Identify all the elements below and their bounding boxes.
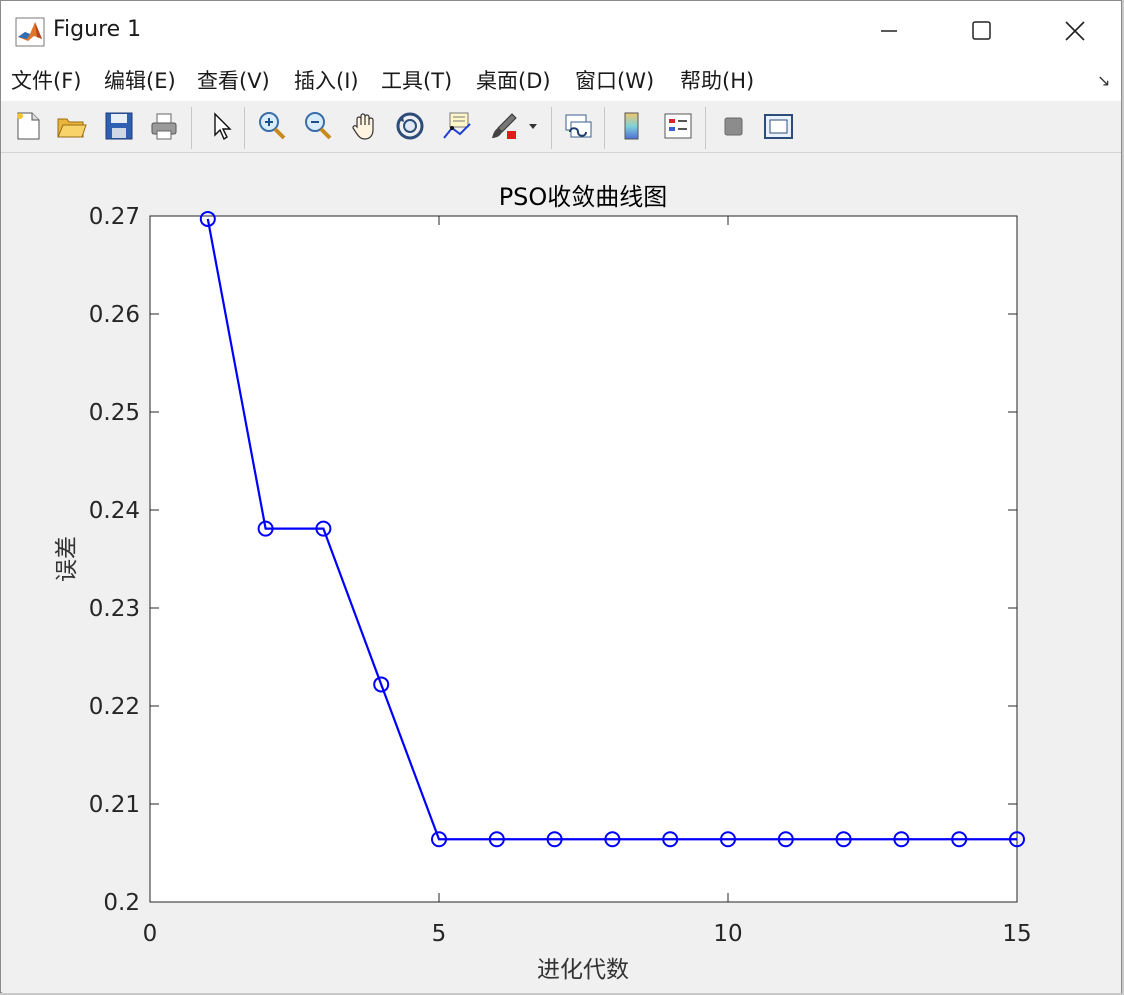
print-button[interactable] bbox=[145, 107, 183, 145]
pan-hand-icon bbox=[352, 113, 374, 140]
hide-plot-tools-icon bbox=[724, 117, 743, 136]
brush-dropdown-icon bbox=[529, 124, 537, 129]
y-tick-label: 0.22 bbox=[89, 694, 140, 720]
y-tick-label: 0.26 bbox=[89, 302, 140, 328]
toolbar-separator bbox=[551, 107, 552, 149]
data-cursor-button[interactable] bbox=[437, 107, 475, 145]
zoom-in-button[interactable] bbox=[253, 107, 291, 145]
minimize-icon bbox=[881, 30, 897, 32]
toolbar-separator bbox=[604, 107, 605, 149]
y-tick-label: 0.24 bbox=[89, 498, 140, 524]
x-axis-label: 进化代数 bbox=[537, 957, 629, 983]
plot-area[interactable] bbox=[149, 215, 1018, 903]
minimize-button[interactable] bbox=[843, 1, 935, 61]
chart-title: PSO收敛曲线图 bbox=[499, 183, 668, 211]
legend-icon bbox=[664, 113, 692, 139]
menu-view[interactable]: 查看(V) bbox=[197, 65, 270, 95]
rotate-3d-icon bbox=[396, 112, 424, 140]
data-cursor-icon bbox=[443, 112, 471, 139]
close-icon bbox=[1065, 21, 1085, 41]
select-arrow-icon bbox=[214, 112, 232, 141]
hide-plot-tools-button[interactable] bbox=[714, 107, 752, 145]
rotate-3d-button[interactable] bbox=[391, 107, 429, 145]
toolbar-separator bbox=[191, 107, 192, 149]
new-figure-icon bbox=[17, 112, 40, 140]
colorbar-icon bbox=[624, 112, 639, 140]
matlab-logo-icon bbox=[15, 17, 45, 47]
zoom-in-icon bbox=[259, 112, 286, 140]
link-plot-button[interactable] bbox=[559, 107, 597, 145]
toolbar-separator bbox=[705, 107, 706, 149]
brush-button[interactable] bbox=[485, 107, 523, 145]
maximize-button[interactable] bbox=[936, 1, 1028, 61]
zoom-out-button[interactable] bbox=[299, 107, 337, 145]
y-axis-label: 误差 bbox=[54, 536, 80, 582]
new-figure-button[interactable] bbox=[9, 107, 47, 145]
brush-dropdown-button[interactable] bbox=[523, 107, 543, 145]
menu-tools[interactable]: 工具(T) bbox=[381, 65, 452, 95]
menu-edit[interactable]: 编辑(E) bbox=[104, 65, 176, 95]
brush-icon bbox=[492, 113, 517, 139]
x-tick-label: 10 bbox=[713, 921, 742, 947]
link-plot-icon bbox=[565, 114, 592, 138]
menu-help[interactable]: 帮助(H) bbox=[680, 65, 754, 95]
figure-canvas: PSO收敛曲线图 进化代数 误差 0 5 10 15 0.2 0.21 0.22 0.23 0.… bbox=[2, 153, 1121, 993]
window-title: Figure 1 bbox=[53, 17, 142, 42]
title-bar[interactable]: Figure 1 bbox=[1, 1, 1121, 61]
y-tick-label: 0.25 bbox=[89, 400, 140, 426]
save-icon bbox=[105, 112, 133, 140]
x-tick-label: 15 bbox=[1002, 921, 1031, 947]
undock-arrow-icon[interactable]: ↘ bbox=[1097, 71, 1110, 90]
show-plot-tools-button[interactable] bbox=[759, 107, 797, 145]
colorbar-button[interactable] bbox=[613, 107, 651, 145]
menu-insert[interactable]: 插入(I) bbox=[294, 65, 359, 95]
y-tick-label: 0.2 bbox=[103, 890, 140, 916]
close-button[interactable] bbox=[1029, 1, 1121, 61]
zoom-out-icon bbox=[305, 112, 332, 140]
x-tick-label: 0 bbox=[143, 921, 158, 947]
open-file-button[interactable] bbox=[52, 107, 90, 145]
select-button[interactable] bbox=[201, 107, 239, 145]
menu-window[interactable]: 窗口(W) bbox=[575, 65, 654, 95]
legend-button[interactable] bbox=[659, 107, 697, 145]
maximize-icon bbox=[972, 21, 991, 40]
open-file-icon bbox=[57, 118, 87, 138]
menu-file[interactable]: 文件(F) bbox=[11, 65, 81, 95]
toolbar-separator bbox=[244, 107, 245, 149]
y-tick-label: 0.23 bbox=[89, 596, 140, 622]
menu-desktop[interactable]: 桌面(D) bbox=[476, 65, 551, 95]
pan-button[interactable] bbox=[346, 107, 384, 145]
show-plot-tools-icon bbox=[764, 114, 793, 139]
y-tick-label: 0.21 bbox=[89, 792, 140, 818]
save-button[interactable] bbox=[100, 107, 138, 145]
print-icon bbox=[151, 113, 177, 140]
figure-window: Figure 1 文件(F) 编辑(E) 查看(V) 插入(I) 工具(T) 桌… bbox=[0, 0, 1122, 993]
x-tick-label: 5 bbox=[432, 921, 447, 947]
line-chart: PSO收敛曲线图 进化代数 误差 0 5 10 15 0.2 0.21 0.22 0.23 0.… bbox=[54, 183, 1032, 983]
y-tick-label: 0.27 bbox=[89, 204, 140, 230]
